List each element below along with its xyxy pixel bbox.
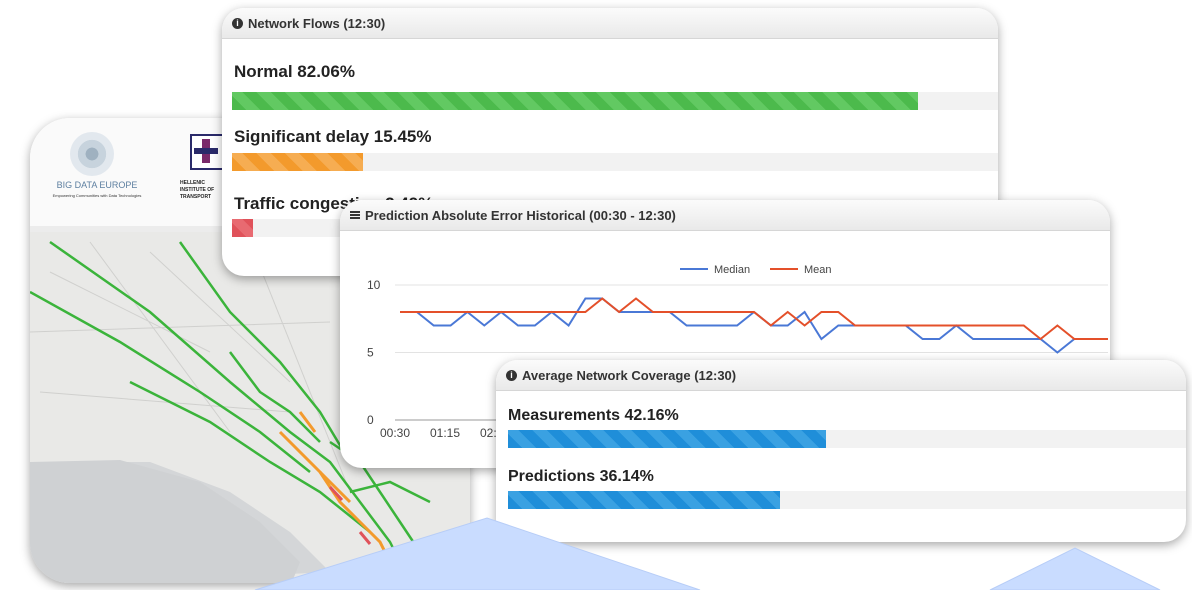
hit-logo-text: HELLENIC INSTITUTE OF TRANSPORT [180,180,215,200]
flow-label-normal: Normal 82.06% [234,62,355,81]
hit-logo-icon [190,134,224,170]
network-coverage-title: Average Network Coverage (12:30) [522,367,737,383]
big-data-europe-tagline: Empowering Communities with Data Technol… [52,193,142,198]
network-flows-header: i Network Flows (12:30) [222,8,998,39]
y-tick-label: 0 [367,413,374,427]
flow-bar-congestion [232,219,254,237]
chart-icon [350,210,360,220]
coverage-bar-track-measurements [508,430,1186,448]
flow-bar-track-normal [232,92,998,110]
network-flows-title: Network Flows (12:30) [248,15,386,31]
coverage-bar-track-predictions [508,491,1186,509]
coverage-bar-predictions [508,491,780,509]
flow-bar-delay [232,153,363,171]
x-tick-label: 00:30 [380,426,410,440]
big-data-europe-logo-text: BIG DATA EUROPE [56,180,138,190]
network-coverage-header: i Average Network Coverage (12:30) [496,360,1186,391]
coverage-label-predictions: Predictions 36.14% [508,468,654,485]
prediction-error-title: Prediction Absolute Error Historical (00… [365,207,676,223]
coverage-bar-measurements [508,430,826,448]
info-icon: i [506,369,517,381]
info-icon: i [232,17,243,29]
legend-label: Mean [804,264,832,276]
network-coverage-card: i Average Network Coverage (12:30) Measu… [496,360,1186,542]
big-data-europe-logo-icon [70,132,114,176]
flow-bar-track-delay [232,153,998,171]
y-tick-label: 5 [367,346,374,360]
series-line-mean [400,297,1108,341]
prediction-error-header: Prediction Absolute Error Historical (00… [340,200,1110,231]
x-tick-label: 01:15 [430,426,460,440]
y-tick-label: 10 [367,278,381,292]
coverage-label-measurements: Measurements 42.16% [508,407,679,424]
flow-label-delay: Significant delay 15.45% [234,127,432,146]
flow-bar-normal [232,92,919,110]
legend-label: Median [714,264,750,276]
